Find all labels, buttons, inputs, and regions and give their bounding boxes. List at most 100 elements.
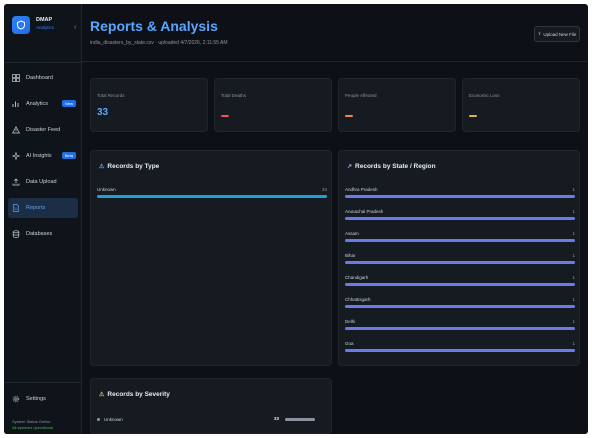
stat-card-economic-loss: Economic Loss — [462, 78, 580, 132]
sidebar-item-label: Reports — [26, 205, 46, 211]
page-title: Reports & Analysis — [90, 18, 218, 34]
bar-count: 1 — [572, 231, 575, 236]
upload-new-file-button[interactable]: ⇪ Upload New File — [534, 26, 580, 42]
new-badge: New — [61, 100, 76, 107]
severity-count: 33 — [273, 416, 279, 421]
grid-icon — [12, 74, 20, 82]
bar-track — [97, 195, 327, 198]
card-title: Records by State / Region — [355, 163, 436, 170]
beta-badge: Beta — [61, 152, 76, 159]
bar-row-state: Assam 1 — [345, 231, 575, 242]
bar-track — [345, 239, 575, 242]
bar-row-type-unknown: Unknown 33 — [97, 187, 327, 198]
bar-label: Chandigarh — [345, 275, 369, 280]
empty-value-dash — [469, 115, 477, 117]
alert-icon — [12, 126, 20, 134]
severity-track — [285, 418, 315, 421]
gear-icon — [12, 395, 20, 403]
brand-name: DMAP — [36, 17, 53, 23]
empty-value-dash — [221, 115, 229, 117]
sidebar-item-label: Data Upload — [26, 179, 57, 185]
bar-track — [345, 261, 575, 264]
severity-dot — [97, 417, 100, 421]
severity-fill — [285, 418, 315, 421]
sidebar-footer: Settings System Status Online All system… — [4, 382, 82, 434]
sidebar-item-label: Databases — [26, 231, 53, 237]
bar-fill — [345, 261, 575, 264]
database-icon — [12, 230, 20, 238]
bar-fill — [345, 327, 575, 330]
trend-icon: ↗ — [347, 164, 353, 170]
alert-icon: ⚠ — [99, 164, 105, 170]
bar-track — [345, 305, 575, 308]
bar-count: 1 — [572, 187, 575, 192]
sidebar-item-disaster-feed[interactable]: Disaster Feed — [8, 120, 78, 140]
settings-label: Settings — [26, 396, 46, 402]
sidebar-item-data-upload[interactable]: Data Upload — [8, 172, 78, 192]
sidebar-item-ai-insights[interactable]: AI Insights Beta — [8, 146, 78, 166]
main-content: Reports & Analysis india_disasters_by_st… — [82, 4, 588, 434]
bar-label: Andhra Pradesh — [345, 187, 378, 192]
settings-button[interactable]: Settings — [12, 395, 46, 403]
bar-count: 1 — [572, 297, 575, 302]
stat-label: Total Deaths — [221, 93, 247, 98]
bar-fill — [345, 305, 575, 308]
severity-label: Unknown — [104, 416, 123, 422]
system-status-title: System Status Online — [12, 419, 51, 424]
bar-label: Unknown — [97, 187, 116, 192]
bar-track — [345, 217, 575, 220]
bar-row-state: Andhra Pradesh 1 — [345, 187, 575, 198]
sidebar-nav: Dashboard Analytics New Disaster Feed AI… — [8, 68, 78, 250]
bar-label: Assam — [345, 231, 359, 236]
bar-fill — [345, 283, 575, 286]
sidebar-item-label: Analytics — [26, 101, 49, 107]
stat-label: Total Records — [97, 93, 125, 98]
brand[interactable]: DMAP Analytics — [12, 16, 54, 34]
bar-fill — [345, 239, 575, 242]
records-by-state-card: ↗ Records by State / Region Andhra Prade… — [338, 150, 580, 366]
app-window: DMAP Analytics ‹ Dashboard Analytics New… — [4, 4, 588, 434]
bar-row-state: Bihar 1 — [345, 253, 575, 264]
severity-row-unknown: Unknown 33 — [97, 415, 323, 423]
bar-row-state: Arunachal Pradesh 1 — [345, 209, 575, 220]
card-title: Records by Severity — [107, 391, 170, 398]
sidebar-item-label: Dashboard — [26, 75, 53, 81]
bar-count: 33 — [321, 187, 327, 192]
bar-fill — [97, 195, 327, 198]
document-icon — [12, 204, 20, 212]
bar-track — [345, 283, 575, 286]
system-status-text: All systems operational — [12, 425, 54, 430]
empty-value-dash — [345, 115, 353, 117]
sidebar-item-dashboard[interactable]: Dashboard — [8, 68, 78, 88]
chart-icon — [12, 100, 20, 108]
sidebar-item-label: AI Insights — [26, 153, 52, 159]
sidebar-item-analytics[interactable]: Analytics New — [8, 94, 78, 114]
bar-row-state: Chandigarh 1 — [345, 275, 575, 286]
upload-icon — [12, 178, 20, 186]
bar-count: 1 — [572, 275, 575, 280]
stat-card-total-records: Total Records 33 — [90, 78, 208, 132]
bar-count: 1 — [572, 341, 575, 346]
bar-track — [345, 327, 575, 330]
collapse-sidebar-icon[interactable]: ‹ — [74, 24, 76, 31]
bar-row-state: Delhi 1 — [345, 319, 575, 330]
records-by-type-card: ⚠ Records by Type Unknown 33 — [90, 150, 332, 366]
records-by-severity-card: ⚠ Records by Severity Unknown 33 — [90, 378, 332, 434]
sparkle-icon — [12, 152, 20, 160]
stat-label: Economic Loss — [469, 93, 500, 98]
bar-fill — [345, 217, 575, 220]
shield-logo-icon — [12, 16, 30, 34]
stat-card-people-affected: People Affected — [338, 78, 456, 132]
stat-card-total-deaths: Total Deaths — [214, 78, 332, 132]
divider — [4, 62, 82, 63]
bar-fill — [345, 195, 575, 198]
bar-row-state: Goa 1 — [345, 341, 575, 352]
sidebar-item-reports[interactable]: Reports — [8, 198, 78, 218]
bar-count: 1 — [572, 319, 575, 324]
upload-button-label: Upload New File — [543, 31, 577, 37]
bar-label: Arunachal Pradesh — [345, 209, 384, 214]
sidebar-item-label: Disaster Feed — [26, 127, 61, 133]
bar-track — [345, 349, 575, 352]
sidebar-item-databases[interactable]: Databases — [8, 224, 78, 244]
bar-count: 1 — [572, 253, 575, 258]
